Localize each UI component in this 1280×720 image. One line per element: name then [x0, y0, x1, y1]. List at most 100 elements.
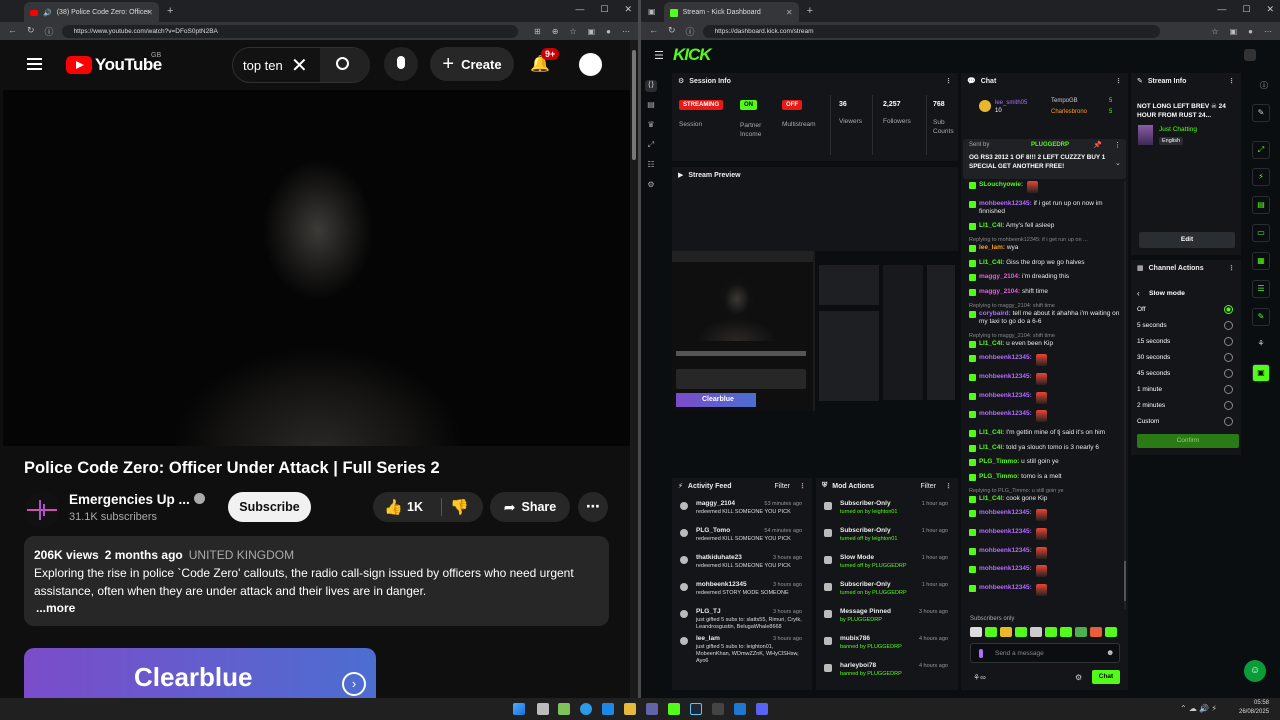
kick-menu-icon[interactable]: ☰ — [654, 49, 664, 62]
ad-banner[interactable]: Clearblue › — [24, 648, 376, 698]
clear-search-icon[interactable]: ✕ — [291, 53, 308, 78]
bolt-rail-icon[interactable]: ⚡ — [1252, 168, 1270, 186]
chat-message[interactable]: mohbeenk12345: — [969, 546, 1121, 559]
chat-username[interactable]: lee_lam: — [979, 244, 1005, 251]
yt-url-field[interactable]: https://www.youtube.com/watch?v=DFoS0ptN… — [61, 24, 518, 38]
tabs-icon[interactable]: ▣ — [588, 27, 596, 36]
chat-username[interactable]: LI1_C4l: — [979, 259, 1004, 266]
activity-username[interactable]: PLG_Tomo — [696, 527, 730, 534]
chat-menu-icon[interactable]: ⋮ — [1115, 77, 1122, 85]
activity-username[interactable]: PLG_TJ — [696, 608, 721, 615]
mod-action-row[interactable]: harleyboi78 4 hours ago banned by PLUGGEDR… — [822, 662, 952, 688]
emoji-picker-icon[interactable]: ☻ — [1106, 648, 1114, 657]
slow-mode-radio[interactable] — [1224, 417, 1233, 426]
video-player[interactable] — [3, 90, 631, 446]
voice-search-button[interactable] — [384, 47, 418, 81]
chat-message[interactable]: LI1_C4l: u even been Kip — [969, 340, 1121, 348]
stream-preview-video[interactable]: Clearblue — [672, 251, 958, 411]
activity-row[interactable]: mohbeenk12345 3 hours ago redeemed STORY M… — [678, 581, 806, 607]
show-more-link[interactable]: ...more — [36, 601, 75, 615]
activity-row[interactable]: PLG_TJ 3 hours ago just gifted 5 subs to: … — [678, 608, 806, 634]
chat-settings-icon[interactable]: ⚙ — [1075, 673, 1082, 682]
chat-message[interactable]: maggy_2104: i'm dreading this — [969, 273, 1121, 282]
chat-username[interactable]: SLouchyowie: — [979, 181, 1023, 188]
chat-message[interactable]: SLouchyowie: — [969, 181, 1121, 193]
extension-icon[interactable]: ⊞ — [534, 27, 541, 36]
teams-icon[interactable] — [646, 703, 658, 715]
pin-icon[interactable]: 📌 — [1093, 141, 1102, 149]
chat-message[interactable]: mohbeenk12345: — [969, 372, 1121, 385]
chat-username[interactable]: mohbeenk12345: — [979, 547, 1032, 554]
chat-message[interactable]: mohbeenk12345: if i get run up on now im… — [969, 200, 1121, 216]
profile-icon[interactable]: ● — [1248, 27, 1253, 36]
chat-username[interactable]: LI1_C4l: — [979, 444, 1004, 451]
explorer-icon[interactable] — [602, 703, 614, 715]
send-chat-button[interactable]: Chat — [1092, 670, 1120, 684]
activity-filter-button[interactable]: Filter — [774, 483, 790, 490]
chat-username[interactable]: LI1_C4l: — [979, 222, 1004, 229]
chat-message[interactable]: LI1_C4l: cook gone Kip — [969, 495, 1121, 503]
discord-icon[interactable] — [756, 703, 768, 715]
share-button[interactable]: ➦ Share — [490, 492, 570, 522]
channel-avatar[interactable] — [24, 492, 60, 528]
chat-message[interactable]: LI1_C4l: I'm gettin mine of tj said it's… — [969, 429, 1121, 437]
slow-mode-radio[interactable] — [1224, 337, 1233, 346]
emote-icon[interactable] — [985, 627, 997, 637]
chat-message[interactable]: LI1_C4l: told ya slouch tomo is 3 nearly… — [969, 444, 1121, 452]
expand-nav-icon[interactable]: ⤢ — [645, 140, 657, 152]
app-icon[interactable] — [558, 703, 570, 715]
confirm-button[interactable]: Confirm — [1137, 434, 1239, 448]
slow-mode-option-label[interactable]: Off — [1137, 306, 1146, 313]
chat-username[interactable]: mohbeenk12345: — [979, 200, 1032, 207]
channel-actions-menu-icon[interactable]: ⋮ — [1228, 264, 1235, 272]
chat-username[interactable]: PLG_Timmo: — [979, 458, 1019, 465]
star-icon[interactable]: ☆ — [569, 27, 576, 36]
stream-nav-icon[interactable]: ⟨⟩ — [645, 80, 657, 92]
close-window-icon[interactable]: ✕ — [624, 4, 632, 15]
close-window-icon[interactable]: ✕ — [1266, 4, 1274, 15]
slow-mode-option-label[interactable]: 15 seconds — [1137, 338, 1170, 345]
slow-mode-radio[interactable] — [1224, 369, 1233, 378]
mod-menu-icon[interactable]: ⋮ — [945, 482, 952, 490]
kick-logo[interactable]: KICK — [673, 45, 712, 65]
minimize-icon[interactable]: — — [1217, 4, 1226, 15]
reload-icon[interactable]: ↻ — [668, 25, 676, 38]
tabs-icon[interactable]: ▣ — [1230, 27, 1238, 36]
chat-username[interactable]: LI1_C4l: — [979, 495, 1004, 502]
reload-icon[interactable]: ↻ — [27, 25, 35, 38]
chat-username[interactable]: mohbeenk12345: — [979, 584, 1032, 591]
folder-icon[interactable] — [624, 703, 636, 715]
chat-message[interactable]: mohbeenk12345: — [969, 509, 1121, 522]
chat-message[interactable]: mohbeenk12345: — [969, 584, 1121, 597]
back-icon[interactable]: ← — [649, 25, 658, 38]
new-tab-button[interactable]: + — [807, 5, 813, 17]
collapse-pinned-icon[interactable]: ⌄ — [1115, 159, 1121, 167]
dislike-icon[interactable]: 👎 — [450, 498, 469, 516]
new-tab-button[interactable]: + — [167, 5, 173, 17]
activity-username[interactable]: maggy_2104 — [696, 500, 735, 507]
chat-scrollbar[interactable] — [1124, 181, 1126, 609]
close-tab-icon[interactable]: ✕ — [146, 8, 153, 17]
maximize-icon[interactable]: ☐ — [600, 4, 608, 15]
activity-username[interactable]: thatkiduhate23 — [696, 554, 742, 561]
yt-scrollbar[interactable] — [630, 40, 638, 698]
chat-username[interactable]: LI1_C4l: — [979, 340, 1004, 347]
channel-name[interactable]: Emergencies Up ... — [69, 492, 190, 507]
menu-dots-icon[interactable]: ⋯ — [622, 27, 630, 36]
chat-username[interactable]: maggy_2104: — [979, 273, 1020, 280]
slow-mode-radio[interactable] — [1224, 353, 1233, 362]
chat-message[interactable]: mohbeenk12345: — [969, 391, 1121, 404]
mod-action-row[interactable]: Slow Mode 1 hour ago turned off by PLUGGED… — [822, 554, 952, 580]
share-rail-icon[interactable]: ⚘ — [1252, 336, 1270, 354]
search-input[interactable]: top ten — [243, 58, 283, 73]
start-icon[interactable] — [513, 703, 525, 715]
emote-icon[interactable] — [1060, 627, 1072, 637]
star-icon[interactable]: ☆ — [1211, 27, 1218, 36]
slow-mode-option-label[interactable]: 30 seconds — [1137, 354, 1170, 361]
bot-nav-icon[interactable]: ☷ — [645, 160, 657, 172]
activity-username[interactable]: lee_lam — [696, 635, 720, 642]
settings-nav-icon[interactable]: ⚙ — [645, 180, 657, 192]
zoom-icon[interactable]: ⊕ — [552, 27, 559, 36]
emote-icon[interactable] — [1045, 627, 1057, 637]
close-tab-icon[interactable]: ✕ — [786, 8, 793, 17]
